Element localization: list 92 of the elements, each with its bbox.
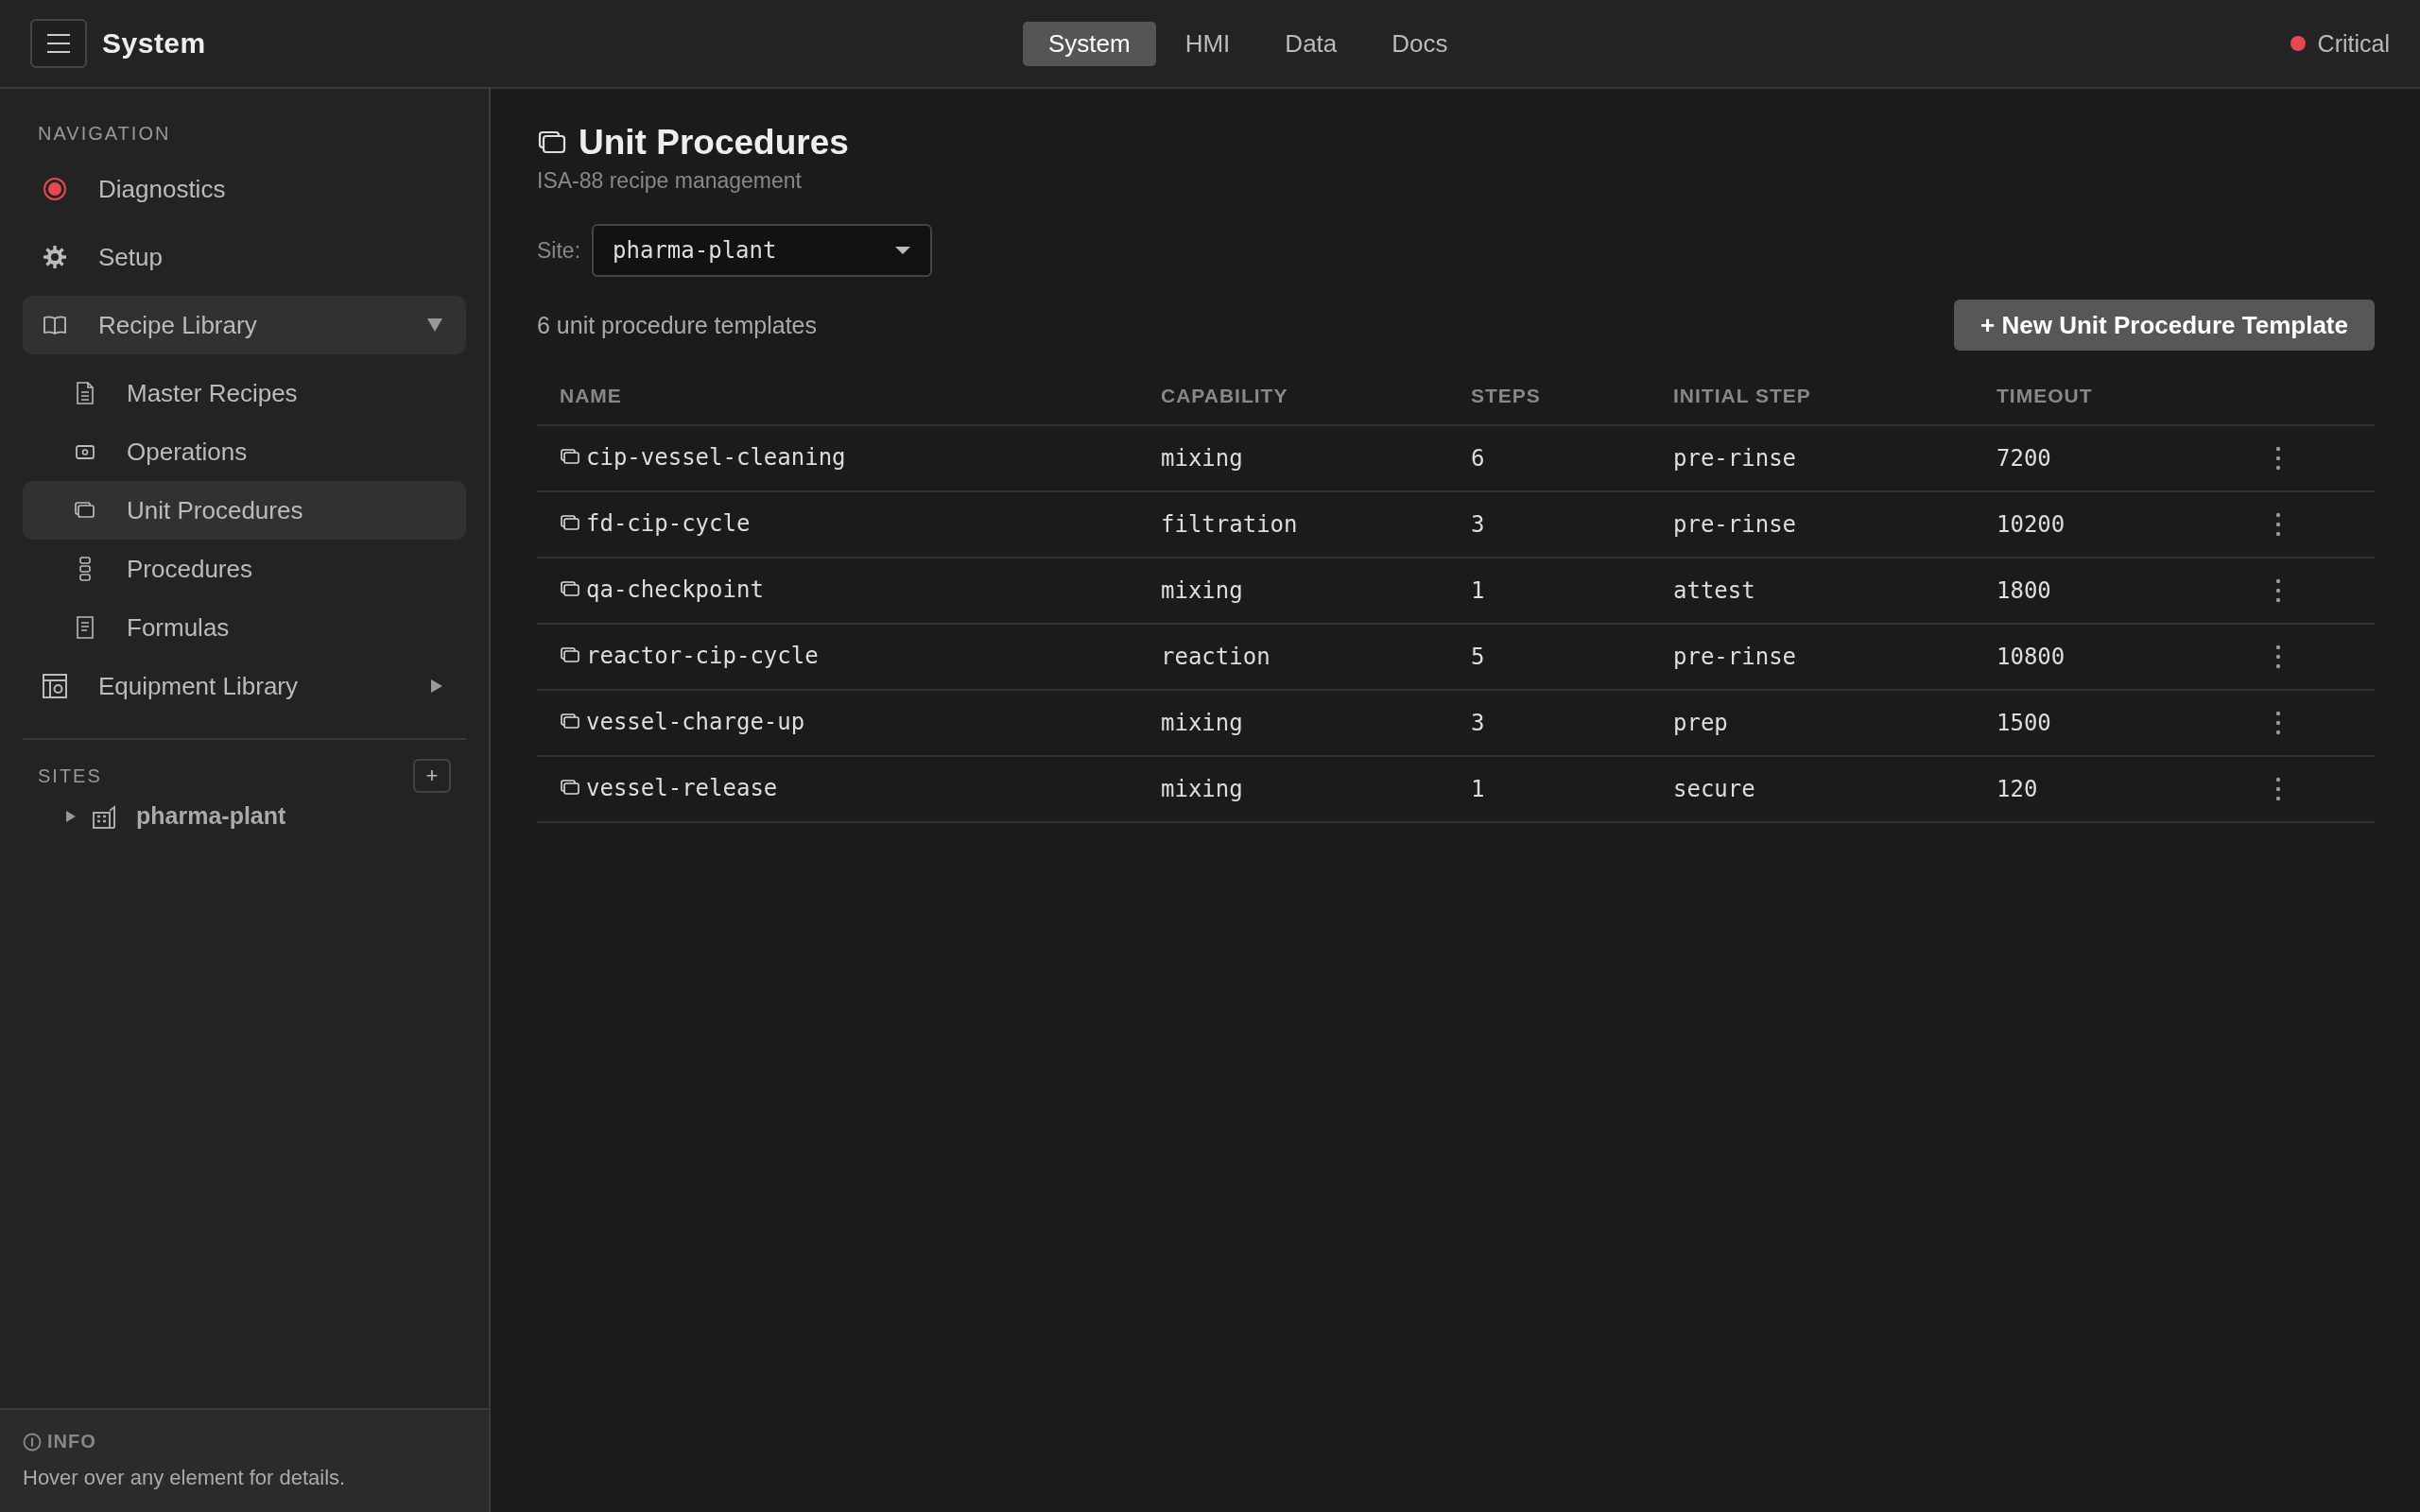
expand-caret-icon[interactable] <box>64 808 78 824</box>
more-icon[interactable] <box>2274 511 2282 538</box>
column-header: INITIAL STEP <box>1673 385 1811 406</box>
collapse-caret-icon <box>426 318 443 333</box>
stack-icon <box>537 129 567 156</box>
nav-tab[interactable]: Docs <box>1366 21 1474 66</box>
site-label: Site: <box>537 237 581 264</box>
info-heading: INFO <box>47 1431 96 1452</box>
table-cell: 1 <box>1471 577 1485 604</box>
stack-icon <box>560 646 580 665</box>
table-cell: pre-rinse <box>1673 644 1797 670</box>
table-cell: attest <box>1673 577 1755 604</box>
book-icon <box>43 315 67 335</box>
info-icon <box>23 1432 42 1452</box>
table-cell: 3 <box>1471 511 1485 538</box>
stack-icon <box>560 779 580 798</box>
nav-item[interactable]: Diagnostics <box>23 160 466 218</box>
table-cell: vessel-charge-up <box>586 709 805 735</box>
nav-subitem[interactable]: Operations <box>23 422 466 481</box>
column-header: TIMEOUT <box>1996 385 2093 406</box>
table-cell: 3 <box>1471 710 1485 736</box>
new-template-button[interactable]: + New Unit Procedure Template <box>1954 300 2375 351</box>
menu-button[interactable] <box>30 19 87 68</box>
gear-icon <box>42 244 68 270</box>
table-cell: secure <box>1673 776 1755 802</box>
site-item[interactable]: pharma-plant <box>136 802 286 830</box>
nav-item[interactable]: Recipe Library <box>23 296 466 354</box>
table-cell: 5 <box>1471 644 1485 670</box>
info-text: Hover over any element for details. <box>23 1466 347 1490</box>
section-heading: SITES <box>37 765 102 787</box>
table-cell: 10800 <box>1996 644 2066 670</box>
more-icon[interactable] <box>2274 710 2282 736</box>
table-cell: 120 <box>1996 776 2038 802</box>
document-icon <box>76 615 95 640</box>
nav-tab[interactable]: HMI <box>1159 21 1256 66</box>
table-cell: 1800 <box>1996 577 2051 604</box>
chain-icon <box>78 556 93 582</box>
nav-item[interactable]: Equipment Library <box>23 657 466 715</box>
more-icon[interactable] <box>2274 776 2282 802</box>
building-icon <box>91 802 117 830</box>
stack-icon <box>560 514 580 533</box>
expand-caret-icon <box>430 679 443 694</box>
add-site-button[interactable]: + <box>413 759 451 793</box>
table-cell: 6 <box>1471 445 1485 472</box>
cabinet-icon <box>42 673 68 699</box>
table-cell: prep <box>1673 710 1728 736</box>
table-cell: cip-vessel-cleaning <box>586 444 846 471</box>
table-cell: mixing <box>1161 577 1243 604</box>
table-cell: filtration <box>1161 511 1298 538</box>
table-cell: mixing <box>1161 776 1243 802</box>
status-label: Critical <box>2317 29 2390 58</box>
column-header: STEPS <box>1471 385 1541 406</box>
app-title: System <box>102 27 206 60</box>
nav-subitem[interactable]: Formulas <box>23 598 466 657</box>
table-cell: reaction <box>1161 644 1270 670</box>
document-icon <box>76 381 95 405</box>
table-cell: qa-checkpoint <box>586 576 764 603</box>
page-title: Unit Procedures <box>579 123 849 163</box>
dropdown-caret-icon <box>894 246 912 255</box>
more-icon[interactable] <box>2274 577 2282 604</box>
table-cell: vessel-release <box>586 775 778 801</box>
table-cell: mixing <box>1161 710 1243 736</box>
stack-icon <box>560 448 580 467</box>
page-subtitle: ISA-88 recipe management <box>537 168 803 194</box>
record-icon <box>43 177 67 201</box>
nav-tab[interactable]: System <box>1023 21 1156 66</box>
column-header: NAME <box>560 385 622 406</box>
table-cell: 1 <box>1471 776 1485 802</box>
more-icon[interactable] <box>2274 644 2282 670</box>
table-cell: pre-rinse <box>1673 445 1797 472</box>
table-cell: pre-rinse <box>1673 511 1797 538</box>
table-cell: mixing <box>1161 445 1243 472</box>
menu-icon <box>46 33 71 54</box>
table-cell: fd-cip-cycle <box>586 510 751 537</box>
section-heading: NAVIGATION <box>37 123 172 145</box>
stack-icon <box>560 713 580 731</box>
nav-item[interactable]: Setup <box>23 228 466 286</box>
site-select[interactable]: pharma-plant <box>592 224 933 277</box>
table-cell: reactor-cip-cycle <box>586 643 819 669</box>
template-count: 6 unit procedure templates <box>537 311 817 339</box>
table-cell: 7200 <box>1996 445 2051 472</box>
nav-tab[interactable]: Data <box>1259 21 1363 66</box>
stack-icon <box>560 580 580 599</box>
nav-subitem[interactable]: Master Recipes <box>23 364 466 422</box>
nav-subitem[interactable]: Procedures <box>23 540 466 598</box>
column-header: CAPABILITY <box>1161 385 1288 406</box>
more-icon[interactable] <box>2274 445 2282 472</box>
status-dot <box>2290 36 2306 51</box>
nav-subitem[interactable]: Unit Procedures <box>23 481 466 540</box>
table-cell: 10200 <box>1996 511 2066 538</box>
table-cell: 1500 <box>1996 710 2051 736</box>
stack-icon <box>74 501 96 520</box>
